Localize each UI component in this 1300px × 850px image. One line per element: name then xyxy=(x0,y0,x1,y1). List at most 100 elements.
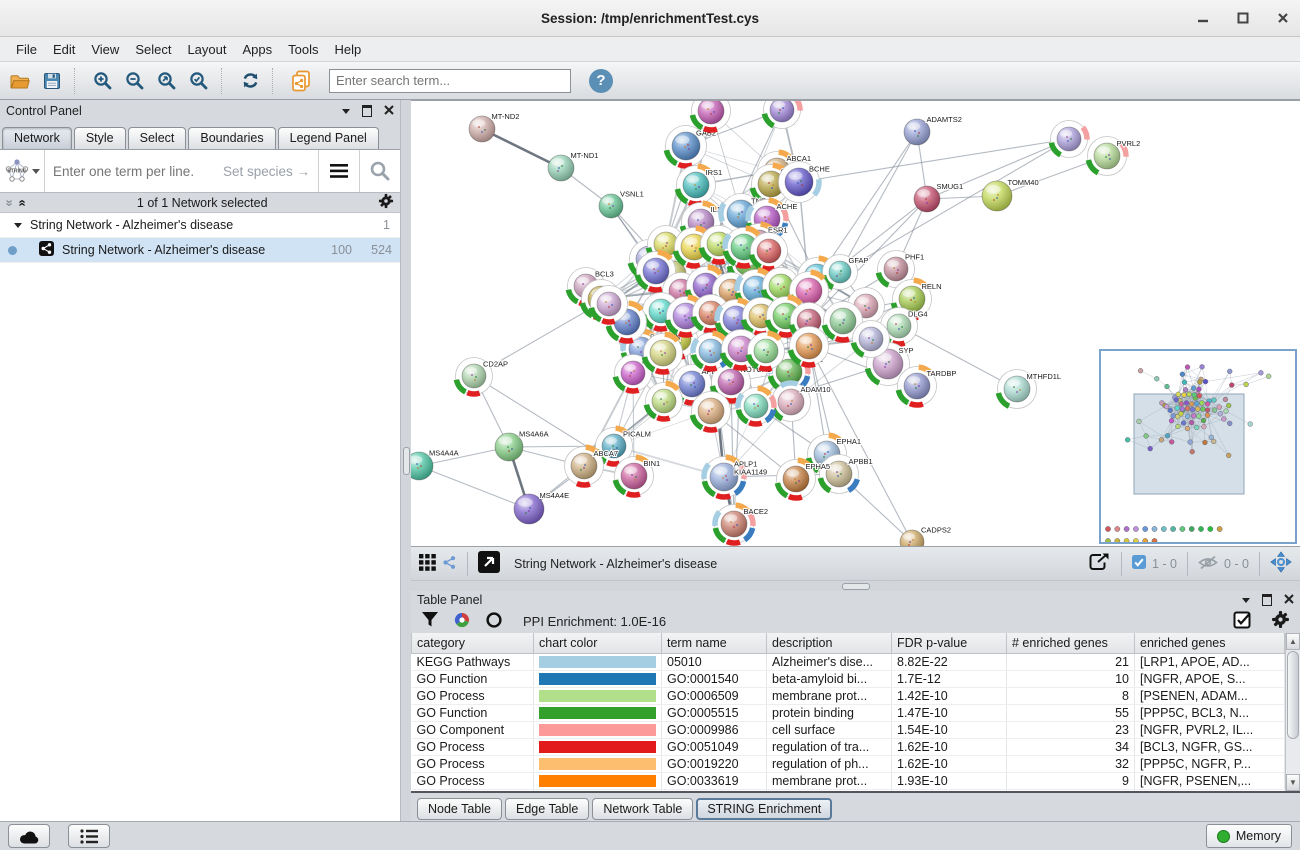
menu-item-tools[interactable]: Tools xyxy=(280,40,326,59)
cloud-tasks-button[interactable] xyxy=(8,824,50,848)
network-node-GFAP[interactable]: GFAP xyxy=(823,255,869,290)
horizontal-splitter[interactable] xyxy=(411,580,1300,591)
settings-gear-icon[interactable] xyxy=(1271,610,1290,632)
string-options-icon[interactable] xyxy=(318,150,359,192)
network-node-MS4A4A[interactable]: MS4A4A xyxy=(411,448,459,480)
tab-legend-panel[interactable]: Legend Panel xyxy=(278,127,379,149)
column-header-category[interactable]: category xyxy=(412,633,534,654)
vertical-splitter[interactable] xyxy=(401,100,411,821)
menu-item-help[interactable]: Help xyxy=(327,40,370,59)
network-canvas[interactable]: MT-ND2MT-ND1VSNL1SMUG1TOMM40ADAMTS2PVRL2… xyxy=(411,100,1300,546)
network-node-CADPS2[interactable]: CADPS2 xyxy=(900,525,951,546)
network-node-VSNL1[interactable]: VSNL1 xyxy=(599,189,644,218)
network-node-f23[interactable] xyxy=(748,333,785,370)
network-node-APLP1[interactable]: APLP1KIAA1149 xyxy=(704,457,768,498)
zoom-selected-button[interactable] xyxy=(185,67,213,95)
network-options-gear-icon[interactable] xyxy=(378,193,394,212)
tab-edge-table[interactable]: Edge Table xyxy=(505,798,589,820)
maximize-button[interactable] xyxy=(1236,11,1250,25)
minimize-button[interactable] xyxy=(1196,11,1210,25)
save-session-button[interactable] xyxy=(38,67,66,95)
string-logo-icon[interactable]: STRING xyxy=(0,150,45,192)
string-search-icon[interactable] xyxy=(359,150,400,192)
column-header-term-name[interactable]: term name xyxy=(662,633,767,654)
network-node-VIO2[interactable] xyxy=(1051,121,1088,158)
tab-node-table[interactable]: Node Table xyxy=(417,798,502,820)
network-row-selected[interactable]: String Network - Alzheimer's disease 100… xyxy=(0,238,400,263)
table-row[interactable]: GO ProcessGO:0019220regulation of ph...1… xyxy=(412,756,1285,773)
column-header--enriched-genes[interactable]: # enriched genes xyxy=(1007,633,1135,654)
close-panel-icon[interactable] xyxy=(1284,593,1294,607)
network-node-CD2AP[interactable]: CD2AP xyxy=(456,358,509,395)
network-collection-row[interactable]: String Network - Alzheimer's disease 1 xyxy=(0,213,400,238)
network-node-f26[interactable] xyxy=(692,392,731,431)
chart-icon[interactable] xyxy=(453,611,471,632)
menu-item-edit[interactable]: Edit xyxy=(45,40,83,59)
expand-all-icon[interactable]: » xyxy=(5,199,15,206)
zoom-in-button[interactable] xyxy=(89,67,117,95)
network-node-ADAMTS2[interactable]: ADAMTS2 xyxy=(904,115,962,145)
close-panel-icon[interactable] xyxy=(384,104,394,118)
network-node-APBB1[interactable]: APBB1 xyxy=(820,455,873,494)
help-icon[interactable]: ? xyxy=(589,69,613,93)
open-session-button[interactable] xyxy=(6,67,34,95)
network-node-VIO1[interactable] xyxy=(764,101,801,129)
panel-menu-icon[interactable] xyxy=(1242,598,1250,603)
network-node-SMUG1[interactable]: SMUG1 xyxy=(914,182,963,212)
string-term-input[interactable] xyxy=(45,164,223,179)
network-node-BCHE[interactable]: BCHE xyxy=(779,162,830,203)
scroll-down-icon[interactable]: ▼ xyxy=(1286,774,1300,791)
menu-item-apps[interactable]: Apps xyxy=(235,40,281,59)
panel-menu-icon[interactable] xyxy=(342,109,350,114)
tab-network[interactable]: Network xyxy=(2,127,72,149)
detach-view-icon[interactable] xyxy=(478,551,500,576)
refresh-icon[interactable] xyxy=(236,67,264,95)
table-row[interactable]: KEGG Pathways05010Alzheimer's dise...8.8… xyxy=(412,654,1285,671)
network-node-TARDBP[interactable]: TARDBP xyxy=(898,367,957,406)
zoom-fit-button[interactable] xyxy=(153,67,181,95)
grid-view-icon[interactable] xyxy=(419,554,436,574)
network-node-IRS1[interactable]: IRS1 xyxy=(677,166,723,205)
network-node-f20[interactable] xyxy=(644,334,683,373)
table-row[interactable]: GO ProcessGO:0051049regulation of tra...… xyxy=(412,739,1285,756)
share-view-icon[interactable] xyxy=(442,555,457,573)
table-row[interactable]: GO FunctionGO:0005515protein binding1.47… xyxy=(412,705,1285,722)
network-node-f27[interactable] xyxy=(738,388,775,425)
tab-style[interactable]: Style xyxy=(74,127,126,149)
network-node-SNCA2[interactable] xyxy=(692,101,731,131)
scroll-up-icon[interactable]: ▲ xyxy=(1286,633,1300,650)
network-node-MS4A6A[interactable]: MS4A6A xyxy=(495,429,549,461)
column-header-fdr-p-value[interactable]: FDR p-value xyxy=(892,633,1007,654)
network-node-f25[interactable] xyxy=(646,383,683,420)
menu-item-file[interactable]: File xyxy=(8,40,45,59)
export-network-icon[interactable] xyxy=(1087,551,1111,576)
collection-expander-icon[interactable] xyxy=(14,223,22,228)
tab-select[interactable]: Select xyxy=(128,127,187,149)
float-panel-icon[interactable] xyxy=(1262,594,1272,606)
collapse-all-icon[interactable]: « xyxy=(18,199,28,206)
table-row[interactable]: GO ProcessGO:0033619membrane prot...1.93… xyxy=(412,773,1285,790)
clone-network-button[interactable] xyxy=(287,67,315,95)
network-node-TOMM40[interactable]: TOMM40 xyxy=(982,178,1039,211)
network-node-f5[interactable] xyxy=(751,233,788,270)
network-node-f32[interactable] xyxy=(591,286,628,323)
float-panel-icon[interactable] xyxy=(362,105,372,117)
menu-item-view[interactable]: View xyxy=(83,40,127,59)
table-scrollbar[interactable]: ▲ ▼ xyxy=(1285,633,1300,791)
select-columns-icon[interactable] xyxy=(1233,611,1251,632)
table-row[interactable]: GO FunctionGO:0001540beta-amyloid bi...1… xyxy=(412,671,1285,688)
network-node-f30[interactable] xyxy=(853,321,890,358)
search-input[interactable] xyxy=(329,69,571,93)
string-dropdown-caret[interactable] xyxy=(32,169,40,174)
tab-network-table[interactable]: Network Table xyxy=(592,798,693,820)
network-node-MT-ND1[interactable]: MT-ND1 xyxy=(548,151,598,181)
close-button[interactable] xyxy=(1276,11,1290,25)
task-list-button[interactable] xyxy=(68,824,110,848)
column-header-enriched-genes[interactable]: enriched genes xyxy=(1135,633,1285,654)
network-node-f24[interactable] xyxy=(790,327,829,366)
network-node-BIN1[interactable]: BIN1 xyxy=(615,457,661,496)
menu-item-layout[interactable]: Layout xyxy=(179,40,234,59)
tab-boundaries[interactable]: Boundaries xyxy=(188,127,275,149)
table-row[interactable]: GO ComponentGO:0009986cell surface1.54E-… xyxy=(412,722,1285,739)
filter-icon[interactable] xyxy=(421,611,439,631)
